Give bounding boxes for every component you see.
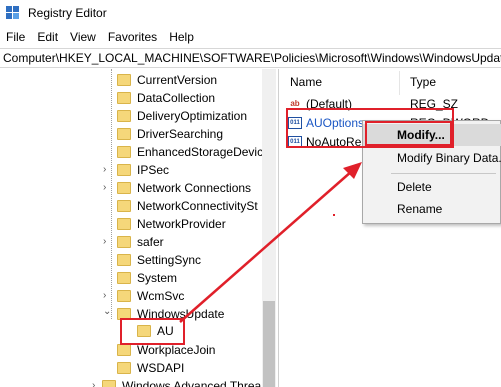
tree-item-network-connections[interactable]: Network Connections [117,179,251,197]
tree-item-wsdapi[interactable]: WSDAPI [117,359,184,377]
folder-icon [117,164,131,176]
registry-editor-icon [6,6,20,20]
menu-item-rename[interactable]: Rename [363,198,501,220]
tree-item-settingsync[interactable]: SettingSync [117,251,201,269]
tree-item-currentversion[interactable]: CurrentVersion [117,71,217,89]
window-title: Registry Editor [28,6,107,20]
folder-icon [117,254,131,266]
tree-item-networkconnectivitystatus[interactable]: NetworkConnectivitySt [117,197,258,215]
column-header-name[interactable]: Name [290,69,322,95]
folder-icon [117,74,131,86]
column-header-type[interactable]: Type [410,69,436,95]
menu-favorites[interactable]: Favorites [102,27,163,47]
column-separator[interactable] [399,71,400,95]
expand-chevron-icon[interactable]: › [103,290,106,301]
tree-item-enhancedstoragedevices[interactable]: EnhancedStorageDevic [117,143,263,161]
tree-item-windows-advanced-threat[interactable]: Windows Advanced Threa [102,377,261,387]
folder-icon [117,182,131,194]
folder-icon [117,236,131,248]
menu-file[interactable]: File [0,27,31,47]
highlight-box-modify [365,121,452,146]
menu-bar: File Edit View Favorites Help [0,27,200,47]
tree-item-driversearching[interactable]: DriverSearching [117,125,223,143]
address-bar[interactable]: Computer\HKEY_LOCAL_MACHINE\SOFTWARE\Pol… [0,48,501,68]
expand-chevron-icon[interactable]: › [103,164,106,175]
tree-item-ipsec[interactable]: IPSec [117,161,169,179]
folder-icon [102,380,116,387]
expand-chevron-icon[interactable]: › [103,182,106,193]
menu-item-modify-binary-data[interactable]: Modify Binary Data... [363,147,501,169]
annotation-dot [333,214,335,216]
menu-item-delete[interactable]: Delete [363,176,501,198]
tree-item-wcmsvc[interactable]: WcmSvc [117,287,184,305]
folder-icon [117,344,131,356]
menu-help[interactable]: Help [163,27,200,47]
menu-edit[interactable]: Edit [31,27,64,47]
expand-chevron-icon[interactable]: › [92,380,95,387]
folder-icon [117,128,131,140]
menu-view[interactable]: View [64,27,102,47]
collapse-chevron-icon[interactable]: ⌄ [103,306,111,317]
folder-icon [117,92,131,104]
folder-icon [117,218,131,230]
tree-item-system[interactable]: System [117,269,177,287]
folder-icon [117,110,131,122]
tree-item-safer[interactable]: safer [117,233,164,251]
tree-item-networkprovider[interactable]: NetworkProvider [117,215,226,233]
tree-item-deliveryoptimization[interactable]: DeliveryOptimization [117,107,247,125]
tree-scrollbar-thumb[interactable] [263,301,275,387]
tree-guide-line [111,69,112,319]
expand-chevron-icon[interactable]: › [103,236,106,247]
menu-separator [391,173,496,174]
title-bar: Registry Editor [0,0,501,26]
folder-icon [117,290,131,302]
highlight-box-au-key [120,318,185,345]
folder-icon [117,362,131,374]
tree-item-datacollection[interactable]: DataCollection [117,89,215,107]
folder-icon [117,272,131,284]
folder-icon [117,146,131,158]
folder-icon [117,200,131,212]
